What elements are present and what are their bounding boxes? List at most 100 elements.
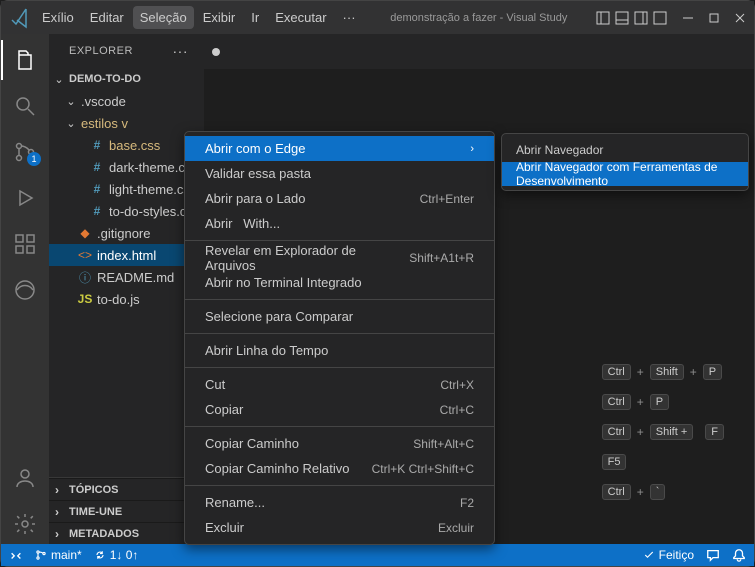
- git-branch[interactable]: main*: [35, 548, 82, 562]
- workspace-root[interactable]: ⌄ DEMO-TO-DO: [49, 68, 204, 90]
- menu-separator: [185, 367, 494, 368]
- js-file-icon: JS: [77, 292, 93, 306]
- ctx-abrir-no-terminal-integrado[interactable]: Abrir no Terminal Integrado: [185, 270, 494, 295]
- css-file-icon: #: [89, 160, 105, 174]
- menu-item-···[interactable]: ···: [336, 6, 363, 29]
- file-base.css[interactable]: #base.css: [49, 134, 204, 156]
- settings-gear-icon[interactable]: [1, 504, 49, 544]
- close-icon[interactable]: [732, 10, 748, 26]
- sidebar-collapsible-sections: ›TÓPICOS›TIME-UNE›METADADOS: [49, 477, 204, 544]
- menu-item-exílio[interactable]: Exílio: [35, 6, 81, 29]
- ctx-abrir-para-o-lado[interactable]: Abrir para o LadoCtrl+Enter: [185, 186, 494, 211]
- keyboard-hint: Ctrl+Shift+P: [602, 364, 723, 380]
- menu-separator: [185, 299, 494, 300]
- ctx-cut[interactable]: CutCtrl+X: [185, 372, 494, 397]
- keyboard-hint: F5: [602, 454, 627, 470]
- menu-item-ir[interactable]: Ir: [244, 6, 266, 29]
- tree-item-label: estilos v: [81, 116, 204, 131]
- explorer-icon[interactable]: [1, 40, 49, 80]
- git-file-icon: ◆: [77, 226, 93, 240]
- ctx-rename-[interactable]: Rename...F2: [185, 490, 494, 515]
- css-file-icon: #: [89, 204, 105, 218]
- file-.gitignore[interactable]: ◆.gitignore: [49, 222, 204, 244]
- menu-separator: [185, 240, 494, 241]
- context-menu[interactable]: Abrir com o Edge›Validar essa pastaAbrir…: [184, 131, 495, 545]
- menu-item-executar[interactable]: Executar: [268, 6, 333, 29]
- file-README.md[interactable]: ⓘREADME.md: [49, 266, 204, 288]
- file-to-do.js[interactable]: JSto-do.js: [49, 288, 204, 310]
- edge-tools-icon[interactable]: [1, 270, 49, 310]
- explorer-title: EXPLORER: [69, 45, 133, 57]
- remote-indicator[interactable]: [9, 548, 23, 562]
- keyboard-hint: Ctrl+`: [602, 484, 666, 500]
- folder-estilos v[interactable]: ⌄estilos v: [49, 112, 204, 134]
- explorer-sidebar: EXPLORER ··· ⌄ DEMO-TO-DO ⌄.vscode⌄estil…: [49, 34, 204, 544]
- ctx-validar-essa-pasta[interactable]: Validar essa pasta: [185, 161, 494, 186]
- chevron-right-icon: ›: [470, 143, 474, 155]
- file-tree: ⌄.vscode⌄estilos v#base.css#dark-theme.c…: [49, 90, 204, 477]
- tab-dirty-dot-icon: [212, 48, 220, 56]
- section-tópicos[interactable]: ›TÓPICOS: [49, 478, 204, 500]
- feedback-icon[interactable]: [706, 548, 720, 562]
- menu-separator: [185, 333, 494, 334]
- ctx-copiar-caminho-relativo[interactable]: Copiar Caminho RelativoCtrl+K Ctrl+Shift…: [185, 456, 494, 481]
- ctx-abrir-with-[interactable]: Abrir With...: [185, 211, 494, 236]
- minimize-icon[interactable]: [680, 10, 696, 26]
- layout-customize-icon[interactable]: [652, 10, 668, 26]
- search-icon[interactable]: [1, 86, 49, 126]
- ctx-abrir-linha-do-tempo[interactable]: Abrir Linha do Tempo: [185, 338, 494, 363]
- git-sync[interactable]: 1↓ 0↑: [94, 548, 139, 562]
- menu-item-seleção[interactable]: Seleção: [133, 6, 194, 29]
- activity-bar: 1: [1, 34, 49, 544]
- file-index.html[interactable]: <>index.html: [49, 244, 204, 266]
- status-bar: main* 1↓ 0↑ Feitiço: [1, 544, 754, 566]
- context-submenu[interactable]: Abrir NavegadorAbrir Navegador com Ferra…: [501, 133, 749, 191]
- folder-.vscode[interactable]: ⌄.vscode: [49, 90, 204, 112]
- notifications-icon[interactable]: [732, 548, 746, 562]
- extensions-icon[interactable]: [1, 224, 49, 264]
- ctx-copiar[interactable]: CopiarCtrl+C: [185, 397, 494, 422]
- editor-tabs[interactable]: [204, 34, 754, 69]
- chevron-right-icon: ›: [55, 527, 69, 541]
- section-metadados[interactable]: ›METADADOS: [49, 522, 204, 544]
- source-control-icon[interactable]: 1: [1, 132, 49, 172]
- layout-controls: [595, 10, 668, 26]
- layout-secondary-icon[interactable]: [633, 10, 649, 26]
- section-time-une[interactable]: ›TIME-UNE: [49, 500, 204, 522]
- file-light-theme.css[interactable]: #light-theme.css: [49, 178, 204, 200]
- ctx-abrir-com-o-edge[interactable]: Abrir com o Edge›: [185, 136, 494, 161]
- menu-bar: ExílioEditarSeleçãoExibirIrExecutar···: [35, 6, 363, 29]
- menu-item-editar[interactable]: Editar: [83, 6, 131, 29]
- file-dark-theme.css[interactable]: #dark-theme.css: [49, 156, 204, 178]
- more-actions-icon[interactable]: ···: [173, 43, 189, 59]
- ctx-selecione-para-comparar[interactable]: Selecione para Comparar: [185, 304, 494, 329]
- scm-badge: 1: [27, 152, 41, 166]
- ctx-revelar-em-explorador-de-arquivos[interactable]: Revelar em Explorador de ArquivosShift+A…: [185, 245, 494, 270]
- chevron-right-icon: ›: [55, 483, 69, 497]
- html-file-icon: <>: [77, 248, 93, 262]
- menu-item-exibir[interactable]: Exibir: [196, 6, 243, 29]
- titlebar: ExílioEditarSeleçãoExibirIrExecutar··· d…: [1, 1, 754, 34]
- menu-separator: [185, 485, 494, 486]
- ctx-excluir[interactable]: ExcluirExcluir: [185, 515, 494, 540]
- menu-separator: [185, 426, 494, 427]
- layout-panel-icon[interactable]: [614, 10, 630, 26]
- spell-check-status[interactable]: Feitiço: [643, 548, 694, 562]
- file-to-do-styles.css[interactable]: #to-do-styles.css: [49, 200, 204, 222]
- maximize-icon[interactable]: [706, 10, 722, 26]
- welcome-keyboard-hints: Ctrl+Shift+PCtrl+PCtrl+Shift + FF5Ctrl+`: [602, 364, 724, 500]
- info-file-icon: ⓘ: [77, 269, 93, 286]
- layout-primary-icon[interactable]: [595, 10, 611, 26]
- accounts-icon[interactable]: [1, 458, 49, 498]
- root-label: DEMO-TO-DO: [69, 73, 204, 85]
- chevron-right-icon: ›: [55, 505, 69, 519]
- subctx-abrir-navegador-com-ferramentas-de-desenvolvimento[interactable]: Abrir Navegador com Ferramentas de Desen…: [502, 162, 748, 186]
- chevron-down-icon: ⌄: [53, 73, 65, 86]
- window-controls: [680, 10, 748, 26]
- css-file-icon: #: [89, 138, 105, 152]
- keyboard-hint: Ctrl+P: [602, 394, 669, 410]
- run-debug-icon[interactable]: [1, 178, 49, 218]
- ctx-copiar-caminho[interactable]: Copiar CaminhoShift+Alt+C: [185, 431, 494, 456]
- explorer-header: EXPLORER ···: [49, 34, 204, 68]
- subctx-abrir-navegador[interactable]: Abrir Navegador: [502, 138, 748, 162]
